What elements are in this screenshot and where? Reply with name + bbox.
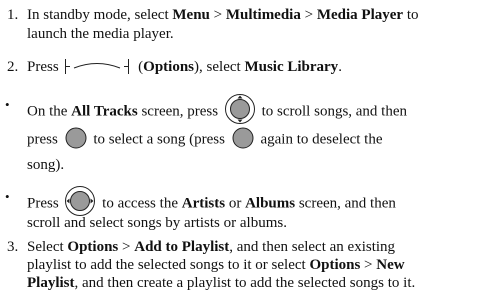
center-select-key-icon — [232, 127, 254, 149]
new-label: New — [376, 257, 405, 273]
playlist-label: Playlist — [27, 275, 75, 291]
step-text: launch the media player. — [27, 26, 174, 42]
bullet-symbol: • — [5, 97, 10, 112]
albums-label: Albums — [245, 195, 296, 212]
navigation-key-left-right-icon — [64, 185, 96, 217]
bullet-text: to access the — [102, 195, 182, 212]
step-number: 2. — [7, 59, 19, 75]
bullet-text: to scroll songs, and then — [261, 103, 408, 120]
artists-label: Artists — [181, 195, 226, 212]
bullet-text: scroll and select songs by artists or al… — [27, 215, 287, 231]
step-text: Select — [27, 239, 68, 255]
step-text: , and then create a playlist to add the … — [74, 275, 416, 291]
step-text: In standby mode, select — [27, 7, 173, 23]
step-text: , and then select an existing — [229, 239, 396, 255]
navigation-key-up-down-icon — [224, 93, 256, 125]
bullet-text: press — [27, 131, 62, 148]
bullet-text: song). — [27, 157, 65, 173]
step-text: to — [403, 7, 419, 23]
add-to-playlist-label: Add to Playlist — [134, 239, 230, 255]
bullet-text: screen, and then — [295, 195, 396, 212]
separator: > — [209, 7, 226, 23]
step-number: 1. — [7, 7, 19, 23]
bullet-text: Press — [27, 195, 63, 212]
left-softkey-icon — [64, 58, 130, 75]
step-text: , select — [199, 59, 245, 75]
step-text: Press — [27, 59, 59, 75]
options-label: Options — [143, 59, 195, 75]
media-player-label: Media Player — [316, 7, 404, 23]
options-label: Options — [67, 239, 119, 255]
bullet-text: screen, press — [137, 103, 222, 120]
bullet-symbol: • — [5, 189, 10, 204]
options-label: Options — [309, 257, 361, 273]
separator: > — [300, 7, 317, 23]
step-text: playlist to add the selected songs to it… — [27, 257, 310, 273]
multimedia-label: Multimedia — [225, 7, 301, 23]
step-number: 3. — [7, 239, 19, 255]
separator: > — [118, 239, 135, 255]
bullet-text: On the — [27, 103, 72, 120]
bullet-text: again to deselect the — [260, 131, 383, 148]
separator: > — [360, 257, 377, 273]
music-library-label: Music Library — [244, 59, 339, 75]
all-tracks-label: All Tracks — [71, 103, 138, 120]
step-text: . — [338, 59, 342, 75]
bullet-text: to select a song (press — [93, 131, 229, 148]
bullet-text: or — [225, 195, 246, 212]
menu-label: Menu — [172, 7, 210, 23]
center-select-key-icon — [65, 127, 87, 149]
